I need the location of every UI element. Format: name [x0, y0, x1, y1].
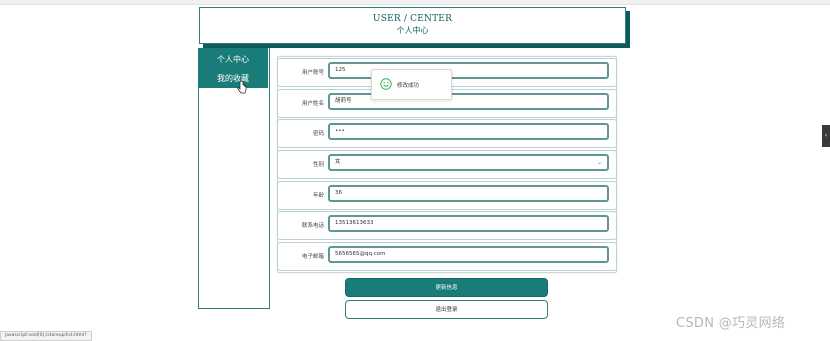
- email-label: 电子邮箱: [301, 254, 324, 260]
- age-input[interactable]: 36: [328, 185, 609, 202]
- page-subtitle: 个人中心: [396, 26, 429, 35]
- name-label: 用户姓名: [301, 101, 324, 107]
- status-bar-url: javascript:void(0);/storeup/list.html?: [0, 331, 92, 341]
- form-row-phone: 联系电话 13513613633: [277, 211, 617, 240]
- logout-button[interactable]: 退出登录: [345, 300, 548, 319]
- sidebar-item-my-favorites[interactable]: 我的收藏: [198, 73, 268, 84]
- smile-icon: [380, 78, 392, 90]
- account-label: 用户账号: [301, 70, 324, 76]
- chevron-down-icon: ⌄: [596, 159, 602, 166]
- watermark: CSDN @巧灵网络: [676, 316, 786, 331]
- gender-label: 性别: [312, 162, 324, 168]
- hand-cursor-icon: [237, 81, 247, 94]
- phone-label: 联系电话: [301, 223, 324, 229]
- phone-input[interactable]: 13513613633: [328, 215, 609, 232]
- form-row-password: 密码 •••: [277, 119, 617, 148]
- sidebar-menu: 个人中心 我的收藏: [198, 48, 268, 88]
- age-label: 年龄: [312, 193, 324, 199]
- gender-select[interactable]: 女 ⌄: [328, 154, 609, 171]
- email-input[interactable]: 5656565@qq.com: [328, 246, 609, 263]
- form-row-age: 年龄 36: [277, 181, 617, 210]
- side-drawer-handle[interactable]: ‹: [822, 125, 830, 147]
- page-header-card: USER / CENTER 个人中心: [199, 7, 626, 44]
- gender-value: 女: [335, 159, 341, 165]
- sidebar-item-personal-center[interactable]: 个人中心: [198, 54, 268, 65]
- success-toast: 修改成功: [371, 69, 452, 100]
- form-row-gender: 性别 女 ⌄: [277, 150, 617, 179]
- form-row-email: 电子邮箱 5656565@qq.com: [277, 242, 617, 271]
- update-info-button[interactable]: 更新信息: [345, 278, 548, 297]
- browser-top-bar: [0, 0, 830, 5]
- page-title: USER / CENTER: [372, 14, 453, 24]
- toast-message: 修改成功: [397, 83, 420, 89]
- password-input[interactable]: •••: [328, 123, 609, 140]
- password-label: 密码: [312, 131, 324, 137]
